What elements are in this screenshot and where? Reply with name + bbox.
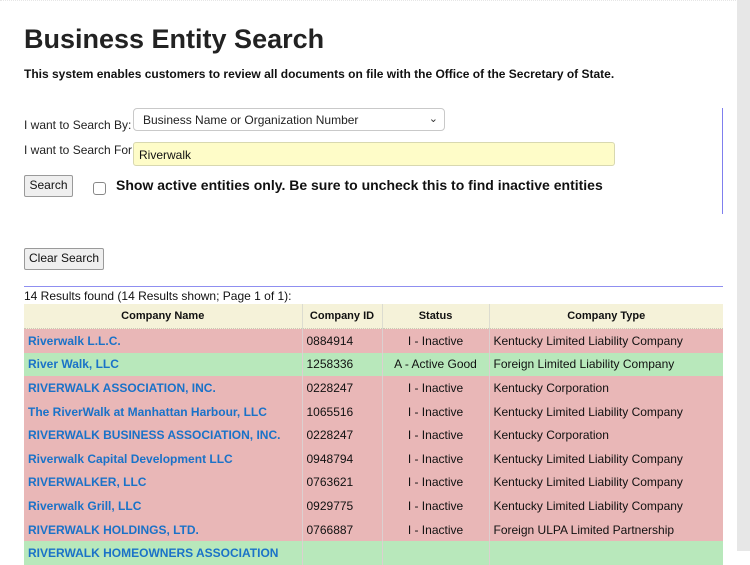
- status-cell: I - Inactive: [382, 446, 490, 471]
- company-type-cell: Kentucky Corporation: [489, 376, 723, 400]
- table-row: RIVERWALK BUSINESS ASSOCIATION, INC. 0228…: [24, 423, 723, 447]
- company-type-cell: Kentucky Limited Liability Company: [489, 328, 723, 353]
- results-header-row: Company Name Company ID Status Company T…: [24, 304, 723, 329]
- chevron-down-icon: ⌄: [428, 113, 438, 125]
- top-border: [0, 0, 740, 2]
- company-name-cell: The RiverWalk at Manhattan Harbour, LLC: [24, 399, 303, 424]
- table-row: RIVERWALK ASSOCIATION, INC. 0228247 I - In…: [24, 376, 723, 400]
- clear-search-button[interactable]: Clear Search: [24, 248, 104, 270]
- company-id-cell: 0763621: [302, 470, 383, 495]
- company-name-cell: RIVERWALK HOLDINGS, LTD.: [24, 517, 303, 542]
- status-cell: A - Active Good: [382, 352, 490, 377]
- status-cell: I - Inactive: [382, 470, 490, 495]
- table-row: RIVERWALKER, LLC 0763621 I - Inactive Kentu…: [24, 470, 723, 495]
- search-by-value: Business Name or Organization Number: [143, 113, 359, 127]
- table-row: RIVERWALK HOMEOWNERS ASSOCIATION: [24, 541, 723, 565]
- table-row: The RiverWalk at Manhattan Harbour, LLC 1…: [24, 399, 723, 424]
- company-name-link[interactable]: River Walk, LLC: [28, 357, 119, 371]
- company-name-link[interactable]: Riverwalk Capital Development LLC: [28, 452, 233, 466]
- results-table: Company Name Company ID Status Company T…: [24, 304, 723, 565]
- company-id-cell: 0766887: [302, 517, 383, 542]
- status-cell: I - Inactive: [382, 399, 490, 424]
- company-type-cell: Kentucky Limited Liability Company: [489, 494, 723, 518]
- search-for-input[interactable]: Riverwalk: [133, 142, 615, 166]
- company-name-link[interactable]: RIVERWALK BUSINESS ASSOCIATION, INC.: [28, 428, 280, 442]
- table-row: Riverwalk L.L.C. 0884914 I - Inactive Kentu…: [24, 328, 723, 353]
- column-header-company-id[interactable]: Company ID: [302, 304, 383, 329]
- company-type-cell: [489, 541, 723, 565]
- company-id-cell: [302, 541, 383, 565]
- company-id-cell: 0948794: [302, 446, 383, 471]
- company-name-cell: Riverwalk Capital Development LLC: [24, 446, 303, 471]
- column-header-status[interactable]: Status: [382, 304, 490, 329]
- company-id-cell: 0228247: [302, 423, 383, 447]
- company-name-cell: Riverwalk Grill, LLC: [24, 494, 303, 518]
- company-type-cell: Foreign Limited Liability Company: [489, 352, 723, 377]
- table-row: RIVERWALK HOLDINGS, LTD. 0766887 I - Inact…: [24, 517, 723, 542]
- page-intro: This system enables customers to review …: [24, 67, 615, 81]
- company-name-cell: River Walk, LLC: [24, 352, 303, 377]
- company-name-cell: Riverwalk L.L.C.: [24, 328, 303, 353]
- company-name-link[interactable]: RIVERWALK ASSOCIATION, INC.: [28, 381, 216, 395]
- table-row: Riverwalk Capital Development LLC 0948794…: [24, 446, 723, 471]
- results-body: Riverwalk L.L.C. 0884914 I - Inactive Kentu…: [24, 328, 723, 565]
- company-name-link[interactable]: RIVERWALKER, LLC: [28, 475, 146, 489]
- horizontal-divider: [24, 286, 723, 287]
- company-name-cell: RIVERWALKER, LLC: [24, 470, 303, 495]
- page-title: Business Entity Search: [24, 24, 325, 54]
- status-cell: [382, 541, 490, 565]
- search-by-label: I want to Search By:: [24, 118, 132, 132]
- company-name-cell: RIVERWALK ASSOCIATION, INC.: [24, 376, 303, 400]
- company-type-cell: Kentucky Limited Liability Company: [489, 399, 723, 424]
- search-by-select[interactable]: Business Name or Organization Number ⌄: [133, 108, 445, 131]
- table-row: Riverwalk Grill, LLC 0929775 I - Inactive K…: [24, 494, 723, 518]
- company-type-cell: Foreign ULPA Limited Partnership: [489, 517, 723, 542]
- active-only-checkbox[interactable]: [93, 182, 106, 195]
- company-name-link[interactable]: Riverwalk Grill, LLC: [28, 499, 141, 513]
- company-name-link[interactable]: RIVERWALK HOMEOWNERS ASSOCIATION: [28, 546, 278, 560]
- status-cell: I - Inactive: [382, 328, 490, 353]
- status-cell: I - Inactive: [382, 517, 490, 542]
- search-button[interactable]: Search: [24, 175, 73, 197]
- column-header-company-name[interactable]: Company Name: [24, 304, 303, 329]
- company-id-cell: 0228247: [302, 376, 383, 400]
- active-only-label: Show active entities only. Be sure to un…: [116, 177, 603, 193]
- page-gutter: [737, 0, 750, 551]
- vertical-divider: [722, 108, 723, 214]
- table-row: River Walk, LLC 1258336 A - Active Good For…: [24, 352, 723, 377]
- company-type-cell: Kentucky Corporation: [489, 423, 723, 447]
- results-summary: 14 Results found (14 Results shown; Page…: [24, 289, 292, 303]
- company-id-cell: 1258336: [302, 352, 383, 377]
- company-name-cell: RIVERWALK BUSINESS ASSOCIATION, INC.: [24, 423, 303, 447]
- company-id-cell: 0884914: [302, 328, 383, 353]
- company-name-link[interactable]: Riverwalk L.L.C.: [28, 334, 121, 348]
- company-name-cell: RIVERWALK HOMEOWNERS ASSOCIATION: [24, 541, 303, 565]
- company-type-cell: Kentucky Limited Liability Company: [489, 446, 723, 471]
- company-type-cell: Kentucky Limited Liability Company: [489, 470, 723, 495]
- status-cell: I - Inactive: [382, 494, 490, 518]
- column-header-company-type[interactable]: Company Type: [489, 304, 723, 329]
- status-cell: I - Inactive: [382, 376, 490, 400]
- company-name-link[interactable]: The RiverWalk at Manhattan Harbour, LLC: [28, 405, 267, 419]
- company-id-cell: 0929775: [302, 494, 383, 518]
- company-id-cell: 1065516: [302, 399, 383, 424]
- company-name-link[interactable]: RIVERWALK HOLDINGS, LTD.: [28, 523, 199, 537]
- status-cell: I - Inactive: [382, 423, 490, 447]
- search-for-label: I want to Search For:: [24, 143, 136, 157]
